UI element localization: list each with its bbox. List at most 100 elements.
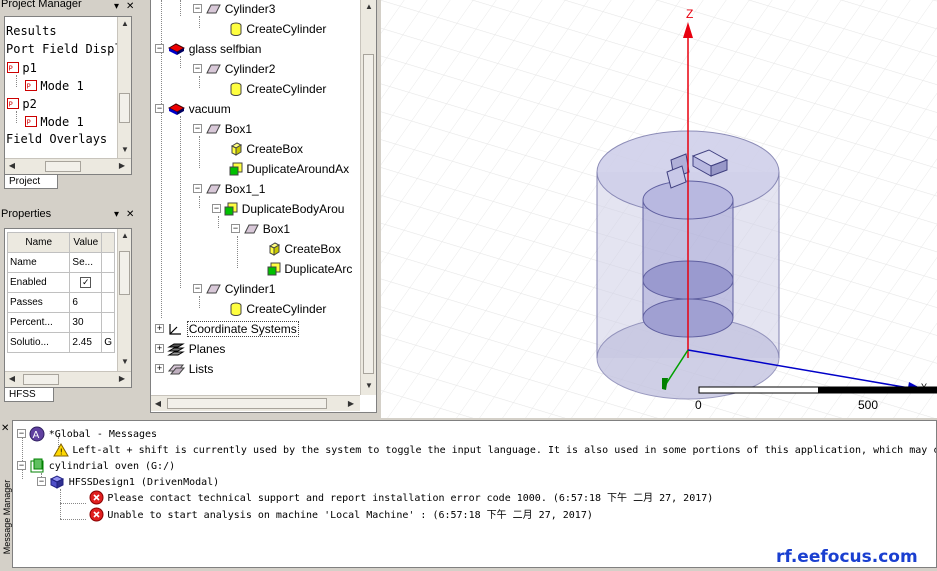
expand-icon[interactable]: + bbox=[155, 364, 164, 374]
tree-vertical-scrollbar[interactable]: ▲ ▼ bbox=[360, 0, 376, 395]
tree-item-field-overlays[interactable]: Field Overlays bbox=[6, 129, 107, 149]
scroll-up-icon[interactable]: ▲ bbox=[362, 0, 376, 14]
scroll-left-icon[interactable]: ◀ bbox=[5, 372, 19, 386]
collapse-icon[interactable]: − bbox=[155, 44, 164, 54]
tree-item-duplicate-around-nested[interactable]: DuplicateArc bbox=[267, 258, 352, 278]
tree-item-p2-mode1[interactable]: P Mode 1 bbox=[25, 111, 84, 131]
pin-icon[interactable]: ▾ bbox=[114, 0, 119, 13]
tree-item-box1[interactable]: − Box1 bbox=[193, 118, 252, 138]
collapse-icon[interactable]: − bbox=[193, 64, 202, 74]
collapse-icon[interactable]: − bbox=[17, 461, 26, 471]
scroll-thumb[interactable] bbox=[119, 251, 130, 295]
scroll-down-icon[interactable]: ▼ bbox=[118, 355, 131, 369]
scroll-right-icon[interactable]: ▶ bbox=[344, 397, 358, 411]
scroll-right-icon[interactable]: ▶ bbox=[115, 159, 129, 173]
tree-item-port-field-display[interactable]: Port Field Display bbox=[6, 39, 131, 59]
modeler-viewport[interactable]: Z Y 0 500 bbox=[381, 0, 937, 418]
message-group-project[interactable]: − cylindrial oven (G:/) bbox=[17, 457, 175, 473]
tree-item-create-box[interactable]: CreateBox bbox=[229, 138, 303, 158]
scroll-thumb[interactable] bbox=[119, 93, 130, 123]
message-error[interactable]: Unable to start analysis on machine 'Loc… bbox=[89, 506, 593, 522]
scroll-thumb[interactable] bbox=[167, 398, 327, 409]
collapse-icon[interactable]: − bbox=[193, 184, 202, 194]
svg-text:A: A bbox=[33, 430, 40, 441]
table-row[interactable]: Percent... 30 bbox=[6, 312, 115, 333]
part-icon bbox=[206, 184, 222, 194]
port-icon: P bbox=[7, 98, 19, 110]
lists-icon bbox=[168, 364, 186, 375]
collapse-icon[interactable]: − bbox=[231, 224, 240, 234]
tree-item-glass-selfbian[interactable]: − glass selfbian bbox=[155, 38, 261, 58]
tree-item-create-cylinder[interactable]: CreateCylinder bbox=[229, 18, 326, 38]
table-row[interactable]: Passes 6 bbox=[6, 292, 115, 313]
scroll-left-icon[interactable]: ◀ bbox=[5, 159, 19, 173]
tree-item-duplicate-around-axis[interactable]: DuplicateAroundAx bbox=[229, 158, 349, 178]
collapse-icon[interactable]: − bbox=[193, 124, 202, 134]
tab-project[interactable]: Project bbox=[4, 175, 58, 189]
cylinder-icon bbox=[230, 22, 242, 36]
tree-item-cylinder1[interactable]: − Cylinder1 bbox=[193, 278, 275, 298]
scroll-up-icon[interactable]: ▲ bbox=[118, 17, 131, 31]
project-vertical-scrollbar[interactable]: ▲ ▼ bbox=[117, 17, 131, 158]
hfss-design-icon bbox=[50, 475, 65, 489]
tree-item-create-box-nested[interactable]: CreateBox bbox=[267, 238, 341, 258]
expand-icon[interactable]: + bbox=[155, 324, 164, 334]
close-icon[interactable]: ✕ bbox=[126, 0, 134, 13]
part-icon bbox=[244, 224, 260, 234]
scroll-right-icon[interactable]: ▶ bbox=[115, 372, 129, 386]
scroll-thumb[interactable] bbox=[23, 374, 59, 385]
tree-item-lists[interactable]: + Lists bbox=[155, 358, 213, 378]
material-icon bbox=[168, 103, 186, 115]
tree-item-create-cylinder[interactable]: CreateCylinder bbox=[229, 78, 326, 98]
tree-item-duplicate-body-around[interactable]: − DuplicateBodyArou bbox=[212, 198, 344, 218]
duplicate-icon bbox=[224, 202, 238, 216]
scroll-down-icon[interactable]: ▼ bbox=[118, 143, 131, 157]
scroll-thumb[interactable] bbox=[363, 54, 374, 374]
collapse-icon[interactable]: − bbox=[193, 4, 202, 14]
message-error[interactable]: Please contact technical support and rep… bbox=[89, 489, 713, 505]
collapse-icon[interactable]: − bbox=[193, 284, 202, 294]
tree-item-create-cylinder[interactable]: CreateCylinder bbox=[229, 298, 326, 318]
close-icon[interactable]: ✕ bbox=[1, 422, 9, 435]
collapse-icon[interactable]: − bbox=[17, 429, 26, 439]
table-row[interactable]: Name Se... bbox=[6, 252, 115, 273]
viewport-canvas[interactable]: Z Y 0 500 bbox=[381, 0, 937, 418]
tree-item-results[interactable]: Results bbox=[6, 21, 57, 41]
message-warning[interactable]: ! Left-alt + shift is currently used by … bbox=[53, 441, 936, 457]
coordinate-system-icon bbox=[169, 323, 182, 335]
project-horizontal-scrollbar[interactable]: ◀ ▶ bbox=[5, 158, 131, 174]
tree-item-p1-mode1[interactable]: P Mode 1 bbox=[25, 75, 84, 95]
scroll-left-icon[interactable]: ◀ bbox=[151, 397, 165, 411]
collapse-icon[interactable]: − bbox=[212, 204, 221, 214]
tree-item-p1[interactable]: P p1 bbox=[7, 57, 37, 77]
message-group-global[interactable]: − A *Global - Messages bbox=[17, 425, 157, 442]
project-manager-title: Project Manager bbox=[1, 0, 82, 10]
tree-item-coordinate-systems[interactable]: + Coordinate Systems bbox=[155, 318, 299, 338]
tree-item-p2[interactable]: P p2 bbox=[7, 93, 37, 113]
properties-horizontal-scrollbar[interactable]: ◀ ▶ bbox=[5, 371, 131, 387]
properties-vertical-scrollbar[interactable]: ▲ ▼ bbox=[117, 229, 131, 371]
global-messages-icon: A bbox=[29, 426, 45, 442]
enabled-checkbox[interactable]: ✓ bbox=[80, 277, 92, 288]
expand-icon[interactable]: + bbox=[155, 344, 164, 354]
tree-item-cylinder3[interactable]: − Cylinder3 bbox=[193, 0, 275, 18]
tree-item-box1-nested[interactable]: − Box1 bbox=[231, 218, 290, 238]
duplicate-icon bbox=[267, 262, 281, 276]
mode-icon: P bbox=[25, 116, 37, 128]
tree-item-planes[interactable]: + Planes bbox=[155, 338, 225, 358]
collapse-icon[interactable]: − bbox=[155, 104, 164, 114]
tree-horizontal-scrollbar[interactable]: ◀ ▶ bbox=[151, 395, 360, 411]
tab-hfss[interactable]: HFSS bbox=[4, 388, 54, 402]
table-row[interactable]: Enabled ✓ bbox=[6, 272, 115, 293]
scroll-down-icon[interactable]: ▼ bbox=[362, 379, 376, 393]
scroll-thumb[interactable] bbox=[45, 161, 81, 172]
tree-item-box1-1[interactable]: − Box1_1 bbox=[193, 178, 265, 198]
table-row[interactable]: Solutio... 2.45 G bbox=[6, 332, 115, 353]
close-icon[interactable]: ✕ bbox=[126, 208, 134, 221]
scroll-up-icon[interactable]: ▲ bbox=[118, 229, 131, 243]
tree-item-vacuum[interactable]: − vacuum bbox=[155, 98, 231, 118]
collapse-icon[interactable]: − bbox=[37, 477, 46, 487]
tree-item-cylinder2[interactable]: − Cylinder2 bbox=[193, 58, 275, 78]
pin-icon[interactable]: ▾ bbox=[114, 208, 119, 221]
message-group-design[interactable]: − HFSSDesign1 (DrivenModal) bbox=[37, 473, 219, 489]
